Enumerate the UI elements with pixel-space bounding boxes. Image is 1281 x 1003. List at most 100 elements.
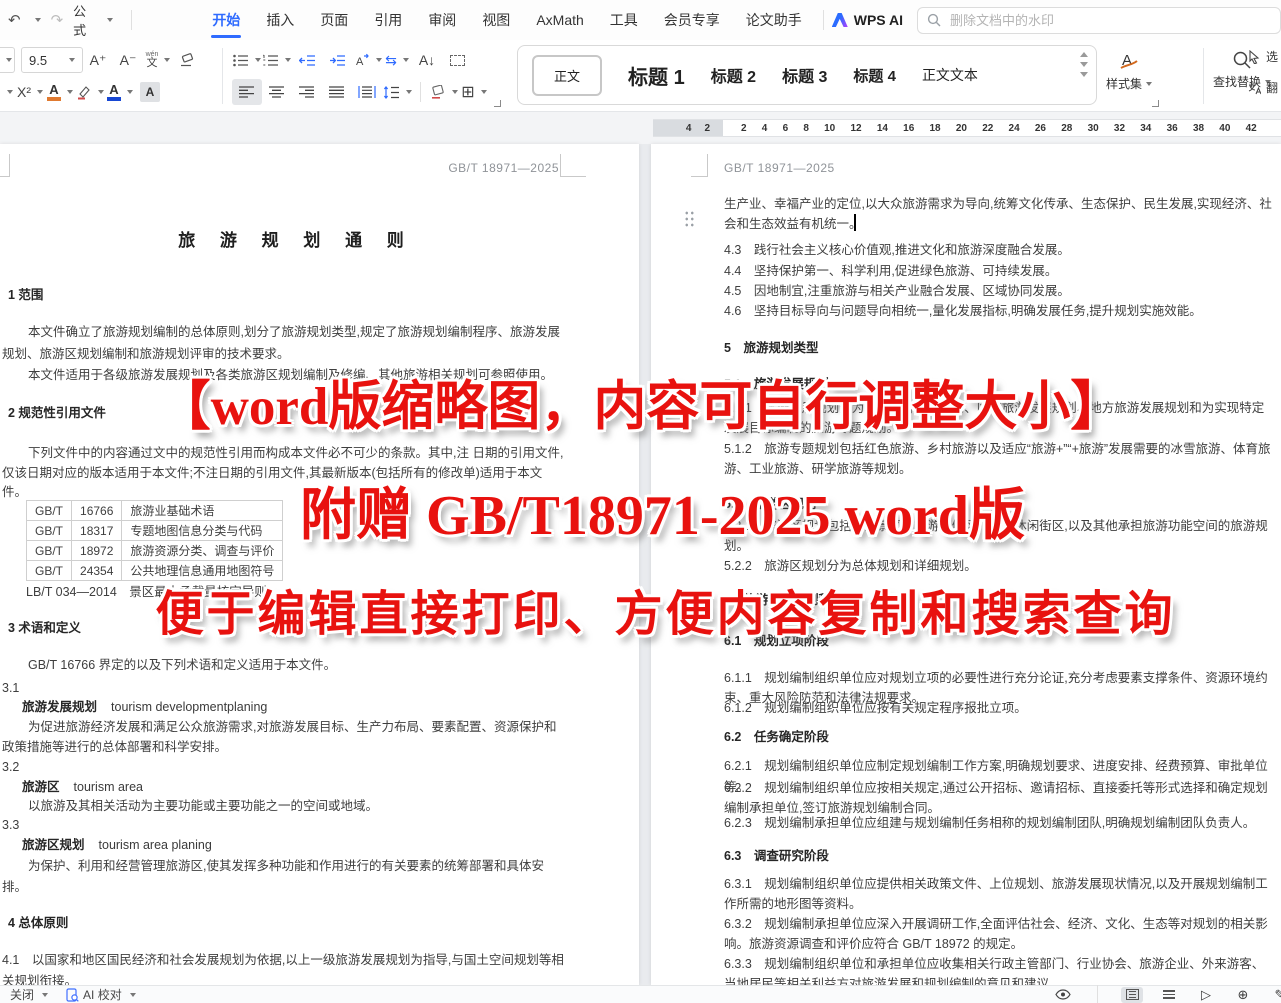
show-marks-icon[interactable] [442, 47, 472, 73]
heading-1-scope: 1 范围 [8, 285, 43, 306]
divider [1203, 48, 1204, 104]
wps-writer-window: ↶ ↷ 公式 开始 插入 页面 引用 审阅 视图 AxMath 工具 会员专享 … [0, 0, 1281, 1003]
tab-insert[interactable]: 插入 [253, 0, 307, 40]
style-heading4[interactable]: 标题 4 [853, 65, 896, 86]
tab-review[interactable]: 审阅 [415, 0, 469, 40]
tab-reference[interactable]: 引用 [361, 0, 415, 40]
font-color-icon[interactable]: A [105, 79, 135, 105]
style-normal[interactable]: 正文 [532, 55, 602, 96]
divider [131, 10, 132, 30]
undo-icon[interactable]: ↶ [8, 11, 21, 29]
line-spacing-icon[interactable] [382, 79, 412, 105]
char-shading-icon[interactable]: A [45, 79, 75, 105]
align-left-icon[interactable] [232, 79, 262, 105]
page-header: GB/T 18971—2025 [724, 158, 835, 179]
two-way-arrows-icon[interactable]: ⇆ [382, 47, 412, 73]
wps-ai-button[interactable]: WPS AI [832, 12, 903, 28]
increase-indent-icon[interactable] [322, 47, 352, 73]
paragraph: 4.6 坚持目标导向与问题导向相统一,量化发展指标,明确发展任务,提升规划实施效… [724, 301, 1272, 322]
paragraph-drag-handle-icon[interactable] [684, 210, 695, 228]
style-heading1[interactable]: 标题 1 [628, 61, 685, 90]
term-number: 3.1 [2, 678, 19, 699]
play-fullscreen-icon[interactable]: ▷ [1195, 987, 1217, 1003]
highlight-icon[interactable] [75, 79, 105, 105]
style-scroll-up-icon[interactable] [1080, 52, 1088, 57]
ruler-numbers: 24681012141618202224262830323436384042 [741, 120, 1257, 136]
clear-format-icon[interactable] [173, 47, 203, 73]
tab-page[interactable]: 页面 [307, 0, 361, 40]
justify-icon[interactable] [322, 79, 352, 105]
font-name-combo-clipped[interactable] [0, 47, 15, 73]
term-definition: 以旅游及其相关活动为主要功能或主要功能之一的空间或地域。 [2, 796, 564, 817]
wps-ai-label: WPS AI [854, 12, 903, 28]
style-gallery-more-icon[interactable] [1080, 72, 1088, 77]
style-heading3[interactable]: 标题 3 [782, 63, 827, 87]
numbered-list-icon[interactable] [262, 47, 292, 73]
style-scroll-down-icon[interactable] [1080, 62, 1088, 67]
ruler-number: 2 [704, 123, 710, 134]
superscript-icon[interactable]: X² [15, 79, 45, 105]
heading-4-principles: 4 总体原则 [8, 913, 68, 934]
pinyin-guide-icon[interactable]: wén文 [143, 47, 173, 73]
term-definition: 为保护、利用和经营管理旅游区,使其发挥多种功能和作用进行的有关要素的统筹部署和具… [2, 856, 564, 898]
tab-axmath[interactable]: AxMath [523, 0, 596, 40]
heading-6-2: 6.2 任务确定阶段 [724, 727, 829, 748]
search-input[interactable] [948, 12, 1271, 29]
divider [823, 10, 824, 30]
svg-text:A: A [356, 56, 364, 67]
web-layout-icon[interactable]: ⊕ [1232, 987, 1254, 1003]
tab-paper-helper[interactable]: 论文助手 [733, 0, 815, 40]
text-direction-icon[interactable]: A [352, 47, 382, 73]
undo-chevron-icon[interactable] [35, 18, 41, 22]
decrease-indent-icon[interactable] [292, 47, 322, 73]
translate-button[interactable]: 翻 [1247, 79, 1281, 96]
char-border-icon[interactable]: A [135, 79, 165, 105]
shading-icon[interactable] [429, 79, 459, 105]
borders-icon[interactable]: ⊞ [459, 79, 489, 105]
page-view-icon[interactable] [1121, 987, 1143, 1003]
status-bar: 关闭 AI 校对 ▷ ⊕ ✎ [0, 985, 1281, 1003]
redo-icon[interactable]: ↷ [51, 11, 64, 29]
page-right[interactable]: GB/T 18971—2025 生产业、幸福产业的定位,以大众旅游需求为导向,统… [651, 144, 1281, 985]
heading-6-3: 6.3 调查研究阶段 [724, 846, 829, 867]
ai-proofread-button[interactable]: AI 校对 [66, 986, 136, 1003]
align-right-icon[interactable] [292, 79, 322, 105]
page-left[interactable]: GB/T 18971—2025 旅 游 规 划 通 则 1 范围 本文件确立了旅… [0, 144, 639, 985]
ruler-band: 4 2 246810121416182022242628303234363840… [653, 119, 1281, 137]
tab-tools[interactable]: 工具 [597, 0, 651, 40]
translate-icon [1247, 81, 1261, 95]
term-entry: 旅游区tourism area [22, 777, 143, 798]
tab-member[interactable]: 会员专享 [651, 0, 733, 40]
ruler-number: 4 [686, 123, 692, 134]
paragraph: 6.3.1 规划编制组织单位应提供相关政策文件、上位规划、旅游发展现状情况,以及… [724, 875, 1272, 914]
bullet-list-icon[interactable] [232, 47, 262, 73]
document-canvas[interactable]: GB/T 18971—2025 旅 游 规 划 通 则 1 范围 本文件确立了旅… [0, 144, 1281, 985]
search-box[interactable] [917, 7, 1281, 34]
increase-font-icon[interactable]: A⁺ [83, 47, 113, 73]
decrease-font-icon[interactable]: A⁻ [113, 47, 143, 73]
eye-protect-icon[interactable] [1052, 987, 1074, 1003]
outline-view-icon[interactable] [1158, 987, 1180, 1003]
document-title: 旅 游 规 划 通 则 [0, 226, 592, 251]
term-entry: 旅游区规划tourism area planing [22, 835, 212, 856]
edit-pen-icon[interactable]: ✎ [1269, 987, 1281, 1003]
sort-icon[interactable]: A↓ [412, 47, 442, 73]
header-crop-mark [560, 154, 586, 177]
menu-bar: ↶ ↷ 公式 开始 插入 页面 引用 审阅 视图 AxMath 工具 会员专享 … [0, 0, 1281, 40]
select-button[interactable]: 选 [1247, 48, 1281, 65]
style-set-button[interactable]: A 样式集 [1106, 50, 1152, 92]
formula-chevron-icon[interactable] [107, 18, 113, 22]
tab-home[interactable]: 开始 [199, 0, 253, 40]
align-center-icon[interactable] [262, 79, 292, 105]
font-style-clipped[interactable] [0, 79, 15, 105]
page-header: GB/T 18971—2025 [448, 158, 559, 179]
font-size-combo[interactable]: 9.5 [21, 47, 83, 73]
close-button[interactable]: 关闭 [10, 986, 48, 1003]
tab-view[interactable]: 视图 [469, 0, 523, 40]
distribute-icon[interactable] [352, 79, 382, 105]
formula-menu[interactable]: 公式 [73, 1, 92, 39]
styles-dialog-launcher-icon[interactable] [1152, 100, 1159, 107]
style-body-text[interactable]: 正文文本 [922, 65, 978, 85]
style-heading2[interactable]: 标题 2 [711, 63, 756, 87]
paragraph-dialog-launcher-icon[interactable] [494, 100, 501, 107]
